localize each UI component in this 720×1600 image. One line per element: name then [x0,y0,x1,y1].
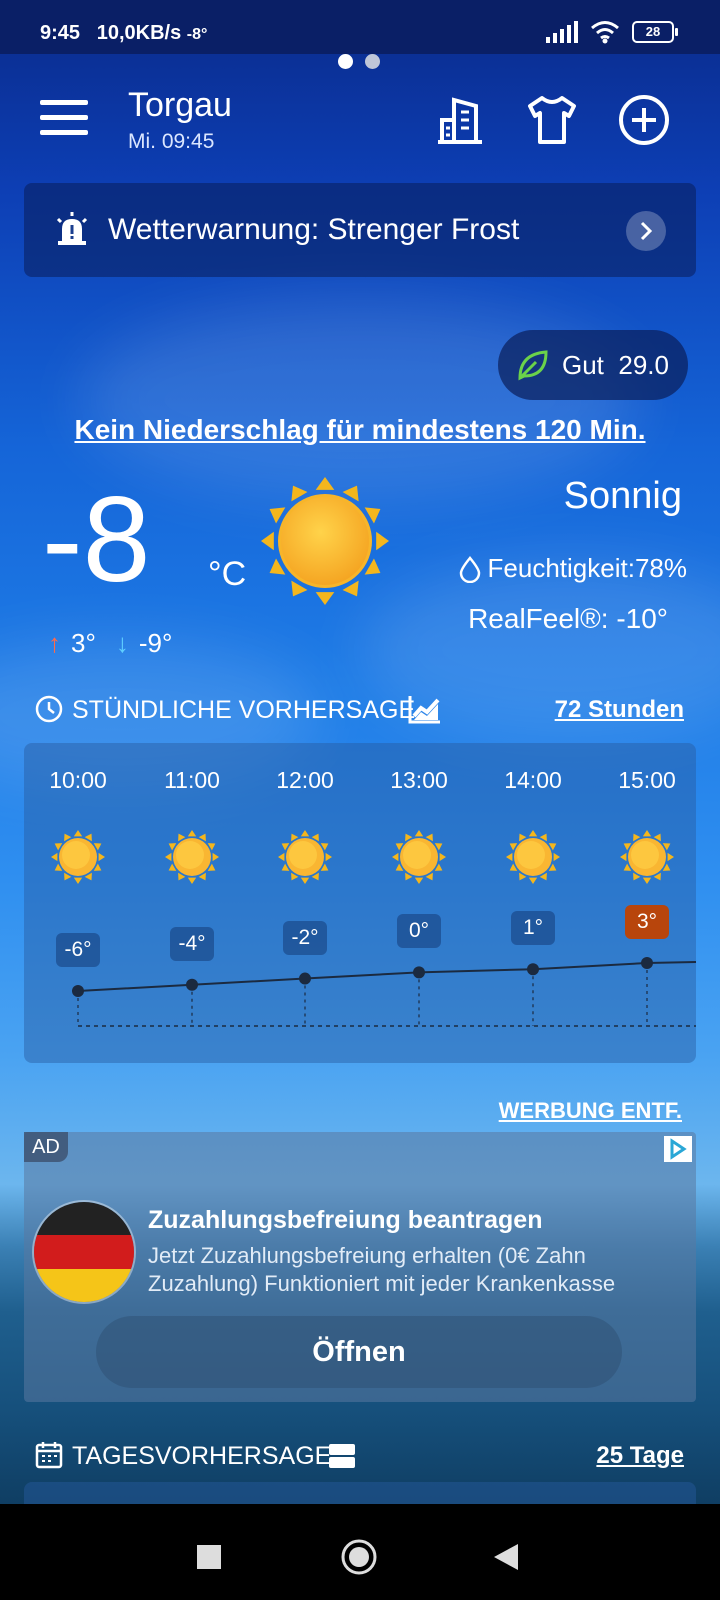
hour-label: 15:00 [618,767,676,793]
top-bar: Torgau Mi. 09:45 [0,82,720,162]
hourly-72h-link[interactable]: 72 Stunden [555,696,684,724]
temp-line [77,961,696,992]
sunny-icon [506,830,560,884]
air-quality-number: 29.0 [618,350,669,380]
status-left: 9:45 10,0KB/s -8° [40,22,207,45]
temp-point [186,978,198,991]
drop-icon [459,555,480,583]
air-quality-value: Gut 29.0 [562,350,669,381]
daily-title: TAGESVORHERSAGE [72,1442,332,1470]
sunny-icon [165,830,219,884]
germany-flag-icon [32,1200,136,1304]
hour-temp-label: 3° [625,905,669,939]
precipitation-nowcast-link[interactable]: Kein Niederschlag für mindestens 120 Min… [0,414,720,446]
humidity-text: Feuchtigkeit:78% [487,553,687,583]
back-button[interactable] [492,1542,520,1572]
temp-point [527,963,539,976]
realfeel-text: RealFeel®: -10° [468,603,668,634]
ad-banner[interactable]: AD Zuzahlungsbefreiung beantragen Jetzt … [24,1132,696,1402]
page-dot-active [338,54,353,69]
sunny-icon [51,830,105,884]
warning-text: Wetterwarnung: Strenger Frost [108,213,520,246]
hour-label: 10:00 [49,767,107,793]
condition-text: Sonnig [563,475,682,517]
hour-temp-label: -2° [283,920,327,955]
page-dot [365,54,380,69]
hour-temp-label: -6° [56,933,100,967]
hour-label: 11:00 [164,767,220,793]
sunny-icon [392,830,446,884]
sunny-icon [278,830,332,884]
adchoices-icon[interactable] [664,1136,692,1162]
ad-open-button[interactable]: Öffnen [96,1316,622,1388]
city-name[interactable]: Torgau [128,86,232,125]
ad-title: Zuzahlungsbefreiung beantragen [148,1206,543,1234]
low-temp: -9° [138,628,173,658]
ad-description: Jetzt Zuzahlungsbefreiung erhalten (0€ Z… [148,1243,616,1296]
wifi-icon [591,21,619,44]
arrow-up-icon: ↑ [48,628,61,658]
clock-icon [35,695,63,723]
calendar-icon [35,1442,63,1469]
battery-icon: 28 [632,21,678,43]
sunny-icon [261,477,389,605]
hour-temp-label: -4° [170,926,214,961]
chart-icon[interactable] [408,694,442,724]
arrow-down-icon: ↓ [115,628,129,658]
network-speed: 10,0KB/s [96,22,182,44]
hour-label: 14:00 [504,767,562,793]
add-location-icon[interactable] [616,92,672,148]
status-right: 28 [546,20,678,44]
remove-ads-link[interactable]: WERBUNG ENTF. [499,1098,682,1124]
hourly-title: STÜNDLICHE VORHERSAGE [72,696,416,724]
humidity-row: Feuchtigkeit:78% [458,553,687,584]
menu-icon[interactable] [40,100,88,136]
status-time: 9:45 [40,22,81,44]
hourly-forecast-card[interactable]: 10:00 -6° 11:00 -4° 12:00 -2° 13:00 0° 14:00 1° 15… [24,743,696,1063]
city-buildings-icon[interactable] [432,92,488,148]
temp-point [299,972,311,985]
page-indicator [338,54,380,69]
temp-point [72,985,84,997]
leaf-icon [518,350,548,381]
signal-icon [546,21,578,43]
high-temp: 3° [71,628,96,658]
air-quality-label: Gut [562,350,604,380]
chevron-right-icon[interactable] [626,211,666,251]
daily-25d-link[interactable]: 25 Tage [596,1442,684,1470]
system-nav-bar [0,1504,720,1600]
home-button[interactable] [340,1538,378,1576]
alarm-icon [56,212,88,245]
status-temp: -8° [186,26,208,43]
hour-temp-label: 1° [511,911,555,946]
local-time: Mi. 09:45 [128,130,215,153]
temperature-unit: °C [208,555,247,593]
temp-point [413,966,425,979]
temp-point [641,957,653,969]
hourly-header: STÜNDLICHE VORHERSAGE 72 Stunden [34,694,684,730]
air-quality-pill[interactable]: Gut 29.0 [498,330,688,400]
hour-label: 12:00 [276,767,334,793]
recents-button[interactable] [196,1544,222,1570]
ad-badge: AD [24,1132,68,1162]
sunny-icon [620,830,674,884]
daily-header: TAGESVORHERSAGE 25 Tage [34,1440,684,1476]
high-low: ↑ 3° ↓ -9° [48,628,172,659]
status-bar: 9:45 10,0KB/s -8° 28 [0,0,720,54]
list-icon[interactable] [328,1442,356,1470]
weather-warning-banner[interactable]: Wetterwarnung: Strenger Frost [24,183,696,277]
clothing-icon[interactable] [524,92,580,148]
hour-label: 13:00 [390,767,448,793]
hour-temp-label: 0° [397,914,441,949]
current-temperature: -8 [42,471,151,607]
